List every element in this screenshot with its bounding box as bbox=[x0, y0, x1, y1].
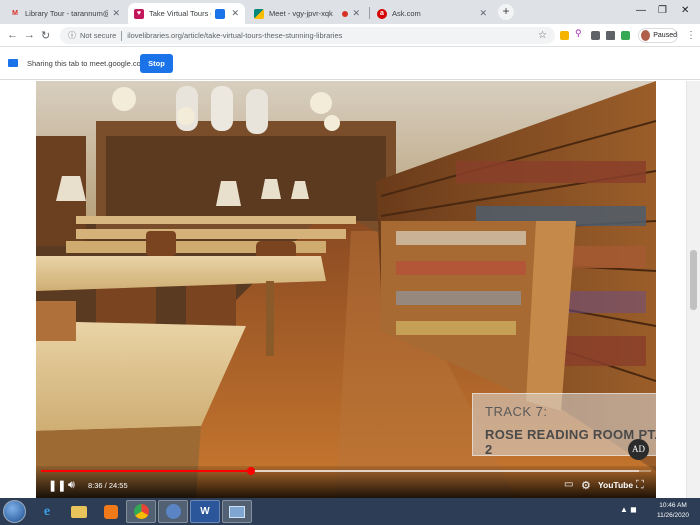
subtitles-icon[interactable]: ▭ bbox=[564, 479, 573, 490]
chrome-icon[interactable] bbox=[126, 500, 156, 523]
close-tab-icon[interactable]: ✕ bbox=[231, 8, 239, 19]
close-tab-icon[interactable]: ✕ bbox=[352, 8, 360, 19]
fullscreen-icon[interactable]: ⛶ bbox=[636, 479, 644, 492]
address-divider bbox=[121, 30, 123, 41]
tab-meet[interactable]: Meet - vgy-jpvr-xqk ✕ bbox=[248, 3, 366, 24]
video-controls: ❚❚ 🔊︎ 8:36 / 24:55 ▭ ⚙ YouTube ⛶ bbox=[36, 466, 656, 498]
screen-share-icon bbox=[8, 59, 18, 67]
extension-icon[interactable] bbox=[621, 31, 630, 40]
security-label[interactable]: Not secure bbox=[80, 31, 116, 40]
extension-icon[interactable] bbox=[560, 31, 569, 40]
tab-strip: M Library Tour - tarannum@theind ✕ ♥ Tak… bbox=[0, 0, 700, 24]
gmail-icon: M bbox=[12, 10, 18, 17]
profile-status: Paused bbox=[653, 32, 677, 39]
tab-gmail[interactable]: M Library Tour - tarannum@theind ✕ bbox=[4, 3, 126, 24]
progress-bar[interactable] bbox=[41, 467, 651, 475]
scrollbar-thumb[interactable] bbox=[690, 250, 697, 310]
video-player[interactable]: TRACK 7: ROSE READING ROOM PT. 2 AD bbox=[36, 81, 656, 498]
audio-description-badge: AD bbox=[628, 439, 649, 460]
recording-icon bbox=[342, 10, 349, 17]
clock-date: 11/26/2020 bbox=[656, 512, 690, 519]
search-extension-icon[interactable]: ⚲ bbox=[575, 28, 584, 38]
track-number: TRACK 7: bbox=[485, 404, 548, 419]
tab-ask[interactable]: a Ask.com ✕ bbox=[371, 3, 493, 24]
chrome-alt-icon[interactable] bbox=[158, 500, 188, 523]
stop-sharing-button[interactable]: Stop bbox=[140, 54, 173, 73]
pause-icon[interactable]: ❚❚ bbox=[48, 479, 66, 492]
window-icon[interactable] bbox=[222, 500, 252, 523]
close-tab-icon[interactable]: ✕ bbox=[479, 8, 487, 19]
ilovelibraries-icon: ♥ bbox=[134, 8, 144, 19]
system-clock[interactable]: 10:46 AM 11/26/2020 bbox=[650, 501, 696, 521]
sharing-text: Sharing this tab to meet.google.com bbox=[27, 59, 148, 68]
menu-icon[interactable]: ⋮ bbox=[686, 30, 696, 41]
avatar bbox=[641, 30, 651, 41]
minimize-icon[interactable]: — bbox=[636, 5, 646, 16]
bookmark-star-icon[interactable]: ☆ bbox=[538, 30, 547, 41]
browser-toolbar: ← → ↻ ⓘ Not secure ilovelibraries.org/ar… bbox=[0, 24, 700, 47]
info-icon[interactable]: ⓘ bbox=[68, 30, 76, 41]
volume-icon[interactable]: 🔊︎ bbox=[68, 479, 75, 492]
tab-ilovelibraries[interactable]: ♥ Take Virtual Tours of These Stunning L… bbox=[128, 3, 245, 24]
forward-icon[interactable]: → bbox=[24, 29, 35, 41]
meet-icon bbox=[254, 8, 264, 19]
new-tab-button[interactable]: + bbox=[498, 4, 514, 20]
tab-separator bbox=[369, 7, 370, 19]
word-icon[interactable]: W bbox=[190, 500, 220, 523]
ask-icon: a bbox=[377, 8, 387, 19]
ie-icon[interactable]: e bbox=[32, 500, 62, 523]
played-bar bbox=[41, 470, 252, 472]
tab-sharing-bar: Sharing this tab to meet.google.com Stop bbox=[0, 48, 700, 80]
clock-time: 10:46 AM bbox=[659, 502, 687, 509]
close-tab-icon[interactable]: ✕ bbox=[112, 8, 120, 19]
reload-icon[interactable]: ↻ bbox=[41, 29, 50, 42]
youtube-logo[interactable]: YouTube bbox=[598, 480, 633, 490]
explorer-icon[interactable] bbox=[64, 500, 94, 523]
close-window-icon[interactable]: ✕ bbox=[681, 5, 689, 16]
windows-taskbar: e W ▲ ◼ 10:46 AM 11/26/2020 bbox=[0, 498, 700, 525]
media-player-icon[interactable] bbox=[96, 500, 126, 523]
tray-icons[interactable]: ▲ ◼ bbox=[620, 505, 640, 517]
url-text[interactable]: ilovelibraries.org/article/take-virtual-… bbox=[127, 31, 342, 40]
profile-button[interactable]: Paused bbox=[638, 28, 678, 43]
sharing-indicator-icon bbox=[215, 8, 226, 19]
back-icon[interactable]: ← bbox=[7, 29, 18, 41]
restore-icon[interactable]: ❐ bbox=[658, 5, 667, 16]
scrubber-handle[interactable] bbox=[247, 467, 256, 475]
settings-gear-icon[interactable]: ⚙ bbox=[581, 479, 591, 492]
address-bar[interactable]: ⓘ Not secure ilovelibraries.org/article/… bbox=[60, 27, 555, 44]
time-display: 8:36 / 24:55 bbox=[88, 481, 128, 490]
extension-icon[interactable] bbox=[591, 31, 600, 40]
start-button[interactable] bbox=[3, 500, 26, 523]
extension-icon[interactable] bbox=[606, 31, 615, 40]
